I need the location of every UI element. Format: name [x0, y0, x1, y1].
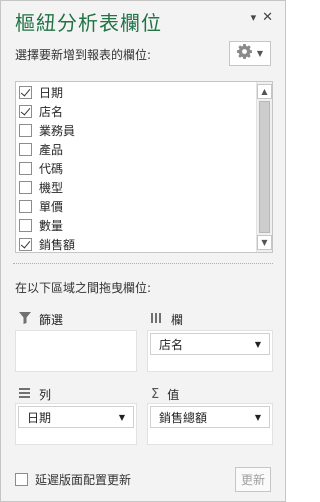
sigma-icon: Σ	[151, 387, 160, 402]
field-checkbox[interactable]	[19, 219, 32, 232]
gear-icon	[236, 44, 253, 63]
pane-title: 樞紐分析表欄位	[15, 11, 162, 35]
field-checkbox[interactable]	[19, 200, 32, 213]
field-label: 日期	[39, 86, 64, 100]
tools-button[interactable]: ▼	[229, 41, 271, 66]
columns-area-label: 欄	[171, 313, 184, 327]
field-checkbox[interactable]	[19, 162, 32, 175]
columns-field-label: 店名	[159, 337, 184, 352]
field-label: 店名	[39, 105, 64, 119]
field-checkbox[interactable]	[19, 238, 32, 251]
scroll-up-icon[interactable]: ▲	[257, 84, 272, 99]
field-list-item[interactable]: 店名	[16, 102, 256, 121]
field-list-item[interactable]: 機型	[16, 178, 256, 197]
values-area-header: Σ 值	[151, 386, 179, 403]
pane-controls: ▾ ✕	[251, 10, 273, 25]
field-list: 日期店名業務員產品代碼機型單價數量銷售額	[16, 82, 256, 252]
chevron-down-icon[interactable]: ▼	[255, 340, 261, 349]
values-field-chip[interactable]: 銷售總額 ▼	[150, 406, 270, 428]
rows-area-label: 列	[39, 388, 52, 402]
defer-update-label: 延遲版面配置更新	[35, 473, 132, 487]
field-list-item[interactable]: 產品	[16, 140, 256, 159]
values-area-label: 值	[167, 388, 180, 402]
field-checkbox[interactable]	[19, 181, 32, 194]
field-label: 銷售額	[39, 238, 76, 252]
values-drop-zone[interactable]: 銷售總額 ▼	[147, 403, 273, 445]
chevron-down-icon[interactable]: ▼	[119, 413, 125, 422]
chevron-down-icon: ▼	[256, 49, 264, 58]
section-divider	[13, 263, 273, 264]
columns-area-header: 欄	[151, 311, 183, 328]
columns-icon	[151, 312, 163, 327]
field-list-box: 日期店名業務員產品代碼機型單價數量銷售額 ▲ ▼	[15, 81, 273, 253]
field-checkbox[interactable]	[19, 86, 32, 99]
defer-update-checkbox[interactable]	[15, 473, 28, 486]
filter-icon	[19, 312, 31, 327]
field-checkbox[interactable]	[19, 124, 32, 137]
field-list-item[interactable]: 單價	[16, 197, 256, 216]
field-list-item[interactable]: 代碼	[16, 159, 256, 178]
field-checkbox[interactable]	[19, 143, 32, 156]
pane-options-chevron-icon[interactable]: ▾	[251, 11, 257, 24]
field-list-item[interactable]: 數量	[16, 216, 256, 235]
bottom-bar: 延遲版面配置更新 更新	[15, 467, 271, 492]
field-label: 業務員	[39, 124, 76, 138]
field-list-item[interactable]: 銷售額	[16, 235, 256, 254]
field-label: 數量	[39, 219, 64, 233]
columns-field-chip[interactable]: 店名 ▼	[150, 333, 270, 355]
values-field-label: 銷售總額	[159, 410, 208, 425]
field-label: 產品	[39, 143, 64, 157]
rows-icon	[19, 387, 31, 402]
filters-area-header: 篩選	[19, 311, 63, 328]
columns-drop-zone[interactable]: 店名 ▼	[147, 330, 273, 372]
filters-drop-zone[interactable]	[15, 330, 137, 372]
scroll-down-icon[interactable]: ▼	[257, 235, 272, 250]
rows-field-chip[interactable]: 日期 ▼	[18, 406, 134, 428]
field-checkbox[interactable]	[19, 105, 32, 118]
drag-areas-prompt: 在以下區域之間拖曳欄位:	[15, 281, 152, 295]
field-label: 機型	[39, 181, 64, 195]
field-label: 代碼	[39, 162, 64, 176]
update-button[interactable]: 更新	[235, 467, 271, 492]
field-list-item[interactable]: 日期	[16, 83, 256, 102]
chevron-down-icon[interactable]: ▼	[255, 413, 261, 422]
rows-field-label: 日期	[27, 410, 52, 425]
field-label: 單價	[39, 200, 64, 214]
field-list-item[interactable]: 業務員	[16, 121, 256, 140]
filters-area-label: 篩選	[39, 313, 64, 327]
rows-area-header: 列	[19, 386, 51, 403]
pivot-field-pane: 樞紐分析表欄位 ▾ ✕ 選擇要新增到報表的欄位: ▼ 日期 店名 業務員 產品 代碼 機型…	[0, 0, 286, 502]
defer-update-option[interactable]: 延遲版面配置更新	[15, 471, 131, 488]
scrollbar-thumb[interactable]	[259, 101, 270, 233]
field-list-prompt: 選擇要新增到報表的欄位:	[15, 48, 152, 62]
rows-drop-zone[interactable]: 日期 ▼	[15, 403, 137, 445]
field-list-scrollbar[interactable]: ▲ ▼	[256, 82, 272, 252]
close-icon[interactable]: ✕	[262, 10, 273, 25]
